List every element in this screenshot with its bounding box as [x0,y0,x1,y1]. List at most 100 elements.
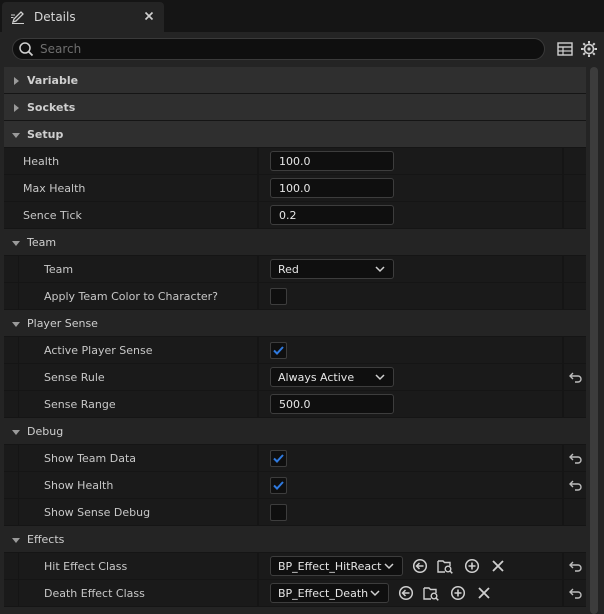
property-name-cell: Show Health [18,472,257,498]
category-label: Sockets [27,101,76,114]
property-list: Variable Sockets Setup Health 100.0 Max … [4,67,586,607]
column-divider [562,364,564,390]
search-icon [19,42,34,57]
property-name-cell: Apply Team Color to Character? [18,283,257,309]
category-team[interactable]: Team [4,229,586,256]
property-label: Death Effect Class [44,587,145,600]
category-label: Player Sense [27,317,98,330]
reset-to-default-icon[interactable] [569,479,583,491]
sense-range-input[interactable]: 500.0 [270,394,394,414]
property-name-cell: Max Health [4,175,257,201]
category-debug[interactable]: Debug [4,418,586,445]
close-icon[interactable] [143,10,155,22]
property-value-cell [259,337,562,363]
table-view-icon[interactable] [556,40,574,58]
tab-details[interactable]: Details [2,2,164,32]
category-sockets[interactable]: Sockets [4,94,586,121]
browse-asset-icon[interactable] [423,585,439,601]
add-icon[interactable] [450,585,466,601]
column-divider [562,499,564,525]
checkmark-icon [273,454,284,463]
add-icon[interactable] [464,558,480,574]
checkmark-icon [273,481,284,490]
property-row-death-effect-class: Death Effect Class BP_Effect_Death [4,580,586,607]
clear-icon[interactable] [490,558,506,574]
collapse-down-icon [12,538,20,543]
property-row-show-team-data: Show Team Data [4,445,586,472]
hit-effect-class-picker[interactable]: BP_Effect_HitReact [270,556,403,576]
property-row-team: Team Red [4,256,586,283]
health-input[interactable]: 100.0 [270,151,394,171]
column-divider [562,175,564,201]
column-divider [562,148,564,174]
property-value-cell [259,472,562,498]
dropdown-value: BP_Effect_Death [278,587,369,600]
chevron-down-icon [384,563,394,570]
property-value-cell [259,445,562,471]
property-value-cell: BP_Effect_HitReact [259,553,562,579]
property-name-cell: Hit Effect Class [18,553,257,579]
property-row-show-sense-debug: Show Sense Debug [4,499,586,526]
column-divider [562,256,564,282]
property-name-cell: Sense Range [18,391,257,417]
active-player-sense-checkbox[interactable] [270,342,287,359]
vertical-scrollbar[interactable] [590,67,598,614]
property-label: Sense Rule [44,371,105,384]
search-input[interactable] [40,41,530,57]
column-divider [562,337,564,363]
settings-gear-icon[interactable] [580,40,598,58]
sense-rule-dropdown[interactable]: Always Active [270,367,394,387]
use-selected-icon[interactable] [398,585,414,601]
reset-to-default-icon[interactable] [569,371,583,383]
collapse-down-icon [12,430,20,435]
property-row-sense-range: Sense Range 500.0 [4,391,586,418]
reset-to-default-icon[interactable] [569,560,583,572]
property-row-hit-effect-class: Hit Effect Class BP_Effect_HitReact [4,553,586,580]
category-label: Debug [27,425,64,438]
property-row-sence-tick: Sence Tick 0.2 [4,202,586,229]
property-name-cell: Show Team Data [18,445,257,471]
category-label: Team [27,236,57,249]
show-team-data-checkbox[interactable] [270,450,287,467]
dropdown-value: Red [278,263,299,276]
max-health-input[interactable]: 100.0 [270,178,394,198]
sence-tick-input[interactable]: 0.2 [270,205,394,225]
browse-asset-icon[interactable] [437,558,453,574]
search-box [12,38,545,60]
property-label: Sence Tick [23,209,82,222]
column-divider [562,553,564,579]
column-divider [562,445,564,471]
category-setup[interactable]: Setup [4,121,586,148]
property-label: Show Sense Debug [44,506,151,519]
team-dropdown[interactable]: Red [270,259,394,279]
property-row-show-health: Show Health [4,472,586,499]
chevron-down-icon [375,266,385,273]
collapse-down-icon [12,241,20,246]
property-name-cell: Active Player Sense [18,337,257,363]
property-name-cell: Sense Rule [18,364,257,390]
property-label: Max Health [23,182,86,195]
reset-to-default-icon[interactable] [569,452,583,464]
death-effect-class-picker[interactable]: BP_Effect_Death [270,583,389,603]
property-label: Show Team Data [44,452,137,465]
property-row-health: Health 100.0 [4,148,586,175]
show-sense-debug-checkbox[interactable] [270,504,287,521]
column-divider [562,472,564,498]
property-name-cell: Death Effect Class [18,580,257,606]
category-player-sense[interactable]: Player Sense [4,310,586,337]
show-health-checkbox[interactable] [270,477,287,494]
property-label: Sense Range [44,398,116,411]
property-value-cell: 100.0 [259,148,562,174]
scrollbar-thumb[interactable] [590,67,598,614]
property-value-cell: BP_Effect_Death [259,580,562,606]
category-variable[interactable]: Variable [4,67,586,94]
apply-team-color-checkbox[interactable] [270,288,287,305]
property-row-active-player-sense: Active Player Sense [4,337,586,364]
category-effects[interactable]: Effects [4,526,586,553]
clear-icon[interactable] [476,585,492,601]
use-selected-icon[interactable] [412,558,428,574]
property-name-cell: Health [4,148,257,174]
category-label: Effects [27,533,65,546]
property-value-cell [259,283,562,309]
reset-to-default-icon[interactable] [569,587,583,599]
